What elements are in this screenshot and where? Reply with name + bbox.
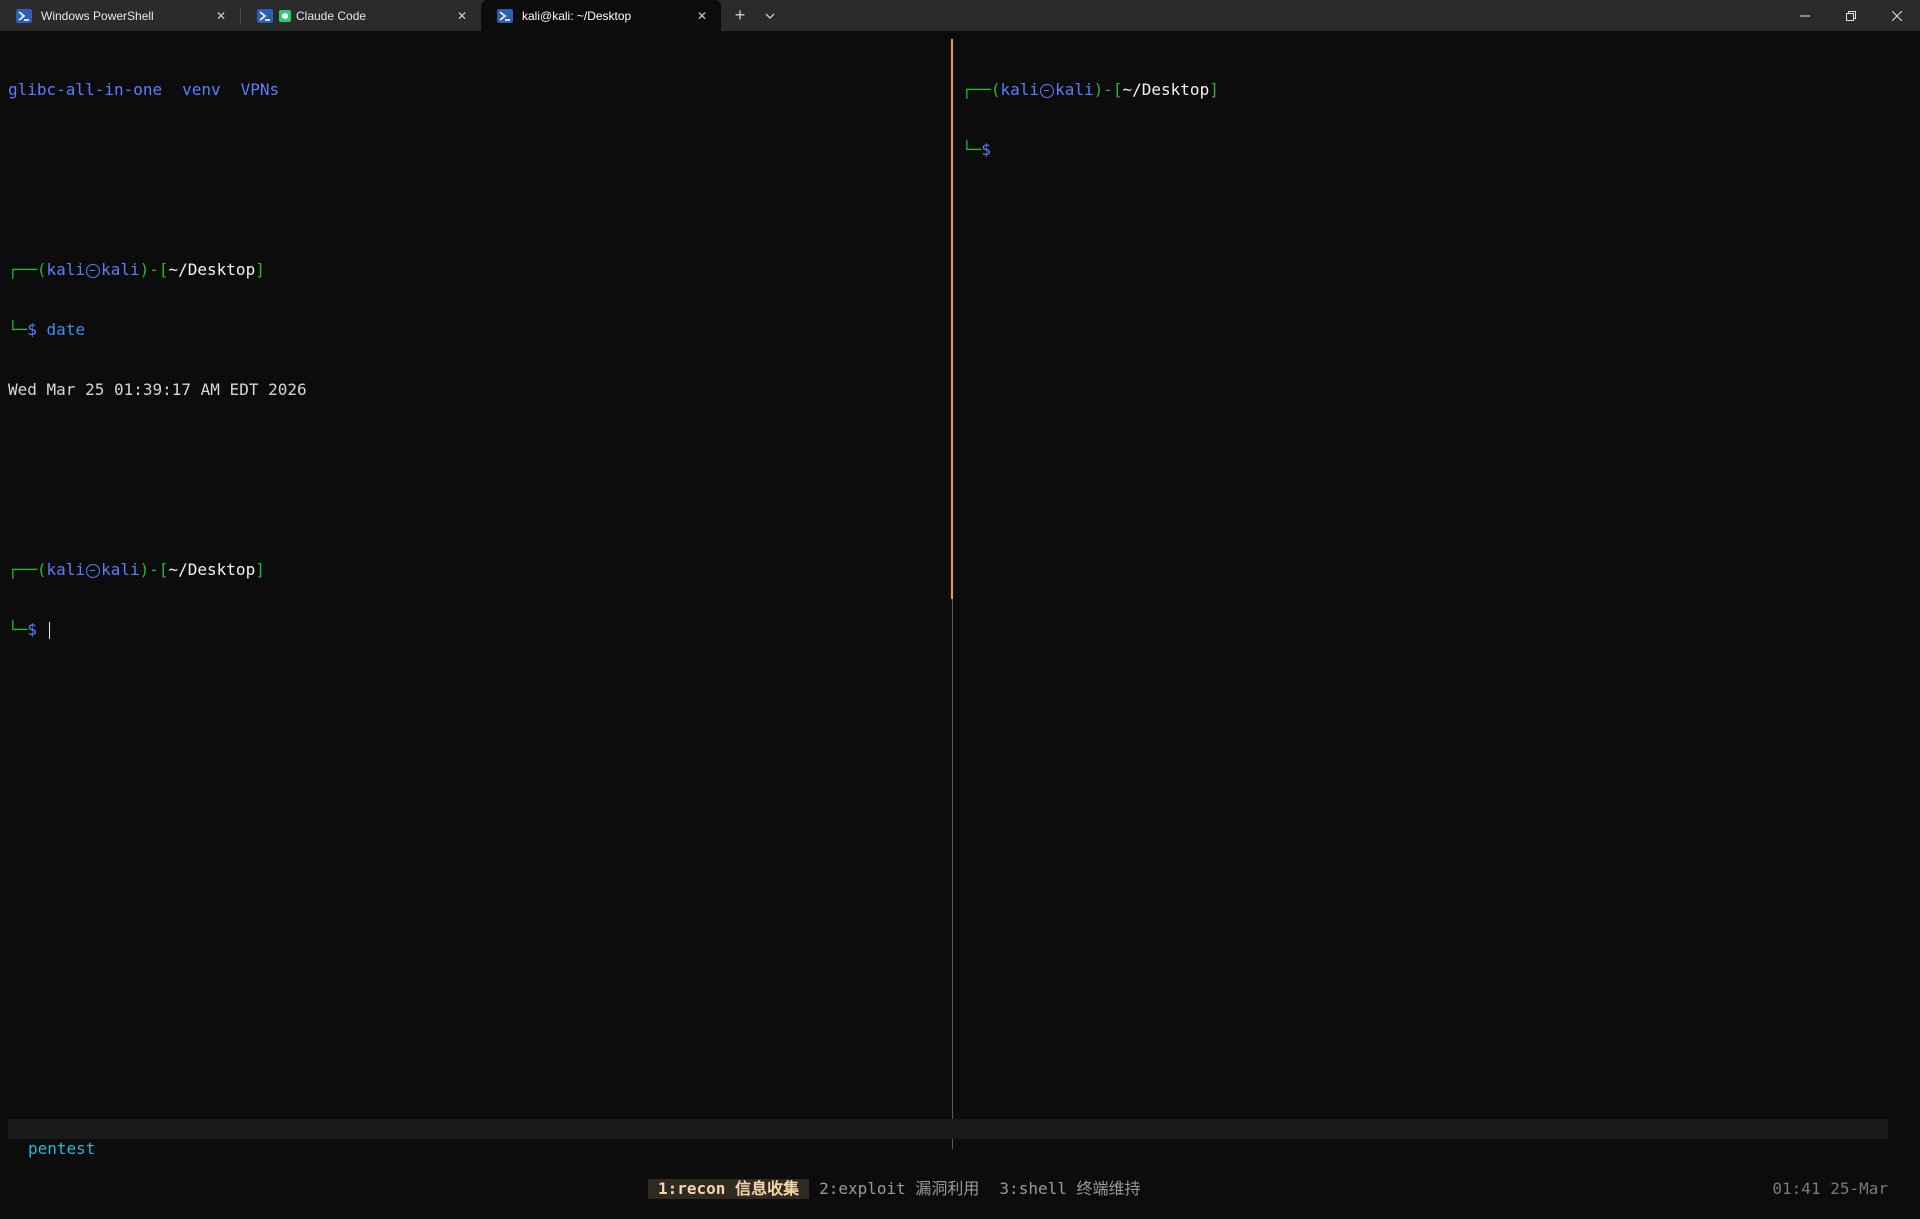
tmux-window-recon[interactable]: 1:recon 信息收集 xyxy=(648,1179,810,1199)
prompt-path: ~/Desktop xyxy=(168,260,256,279)
chevron-down-icon xyxy=(765,13,775,19)
prompt-dollar: $ xyxy=(27,320,37,339)
active-pane-border[interactable] xyxy=(951,39,953,599)
tab-claude-code[interactable]: Claude Code ✕ xyxy=(241,0,481,31)
prompt-host: kali xyxy=(1055,80,1094,99)
prompt-host: kali xyxy=(101,560,140,579)
tmux-window-shell[interactable]: 3:shell 终端维持 xyxy=(989,1179,1150,1199)
prompt-host: kali xyxy=(101,260,140,279)
close-icon xyxy=(1892,10,1902,21)
tmux-status-bar: pentest 1:recon 信息收集 2:exploit 漏洞利用 3:sh… xyxy=(8,1119,1888,1199)
close-window-button[interactable] xyxy=(1874,0,1920,31)
prompt-path: ~/Desktop xyxy=(168,560,256,579)
powershell-icon xyxy=(497,8,513,24)
date-output: Wed Mar 25 01:39:17 AM EDT 2026 xyxy=(8,380,307,399)
input-line[interactable]: └─ $ xyxy=(8,620,948,640)
prompt-user: kali xyxy=(46,260,86,279)
close-icon[interactable]: ✕ xyxy=(691,5,713,27)
restore-button[interactable] xyxy=(1828,0,1874,31)
terminal-pane-right[interactable]: ┌──(kali kali)-[~/Desktop] └─ $ xyxy=(962,40,1912,1120)
command-line: └─ $ date xyxy=(8,320,86,339)
prompt-path: ~/Desktop xyxy=(1122,80,1210,99)
minimize-button[interactable] xyxy=(1782,0,1828,31)
powershell-icon xyxy=(16,8,32,24)
minimize-icon xyxy=(1800,15,1810,16)
tab-windows-powershell[interactable]: Windows PowerShell ✕ xyxy=(0,0,240,31)
powershell-icon xyxy=(257,8,273,24)
prompt-line: ┌──(kali kali)-[~/Desktop] xyxy=(962,80,1219,99)
prompt-dollar: $ xyxy=(27,620,37,639)
title-bar: Windows PowerShell ✕ Claude Code ✕ kali@… xyxy=(0,0,1920,31)
tab-dropdown-button[interactable] xyxy=(755,0,785,31)
prompt-user: kali xyxy=(1000,80,1040,99)
pane-divider[interactable] xyxy=(952,599,953,1149)
ls-item: venv xyxy=(182,80,221,99)
terminal-pane-left[interactable]: glibc-all-in-one venv VPNs ┌──(kali kali)-[… xyxy=(8,40,948,1120)
input-line[interactable]: └─ $ xyxy=(962,140,1912,160)
prompt-dollar: $ xyxy=(981,140,991,159)
tab-label: kali@kali: ~/Desktop xyxy=(522,8,632,23)
prompt-line-1: ┌──(kali kali)-[~/Desktop] xyxy=(8,260,265,279)
kali-symbol-icon xyxy=(86,564,101,578)
terminal-area[interactable]: glibc-all-in-one venv VPNs ┌──(kali kali)-[… xyxy=(0,31,1920,1199)
close-icon[interactable]: ✕ xyxy=(210,5,232,27)
session-name: pentest xyxy=(28,1139,96,1158)
tab-actions: + xyxy=(725,0,785,31)
prompt-user: kali xyxy=(46,560,86,579)
restore-icon xyxy=(1846,10,1856,21)
kali-symbol-icon xyxy=(86,264,101,278)
status-clock: 01:41 25-Mar xyxy=(1772,1179,1888,1198)
tab-label: Windows PowerShell xyxy=(41,8,154,23)
ls-output-line: glibc-all-in-one venv VPNs xyxy=(8,80,948,100)
text-cursor xyxy=(48,621,50,639)
prompt-line-2: ┌──(kali kali)-[~/Desktop] xyxy=(8,560,265,579)
ls-item: glibc-all-in-one xyxy=(8,80,163,99)
claude-icon xyxy=(278,8,292,24)
window-controls xyxy=(1782,0,1920,31)
command-text: date xyxy=(46,320,86,339)
command-output: Wed Mar 25 01:39:17 AM EDT 2026 xyxy=(8,380,948,400)
tab-kali-desktop[interactable]: kali@kali: ~/Desktop ✕ xyxy=(481,0,721,31)
close-icon[interactable]: ✕ xyxy=(451,5,473,27)
tmux-window-list: 1:recon 信息收集 2:exploit 漏洞利用 3:shell 终端维持 xyxy=(648,1179,1151,1199)
tmux-window-exploit[interactable]: 2:exploit 漏洞利用 xyxy=(809,1179,989,1199)
ls-item: VPNs xyxy=(240,80,280,99)
tab-label: Claude Code xyxy=(296,8,367,23)
kali-symbol-icon xyxy=(1040,84,1055,98)
new-tab-button[interactable]: + xyxy=(725,0,755,31)
